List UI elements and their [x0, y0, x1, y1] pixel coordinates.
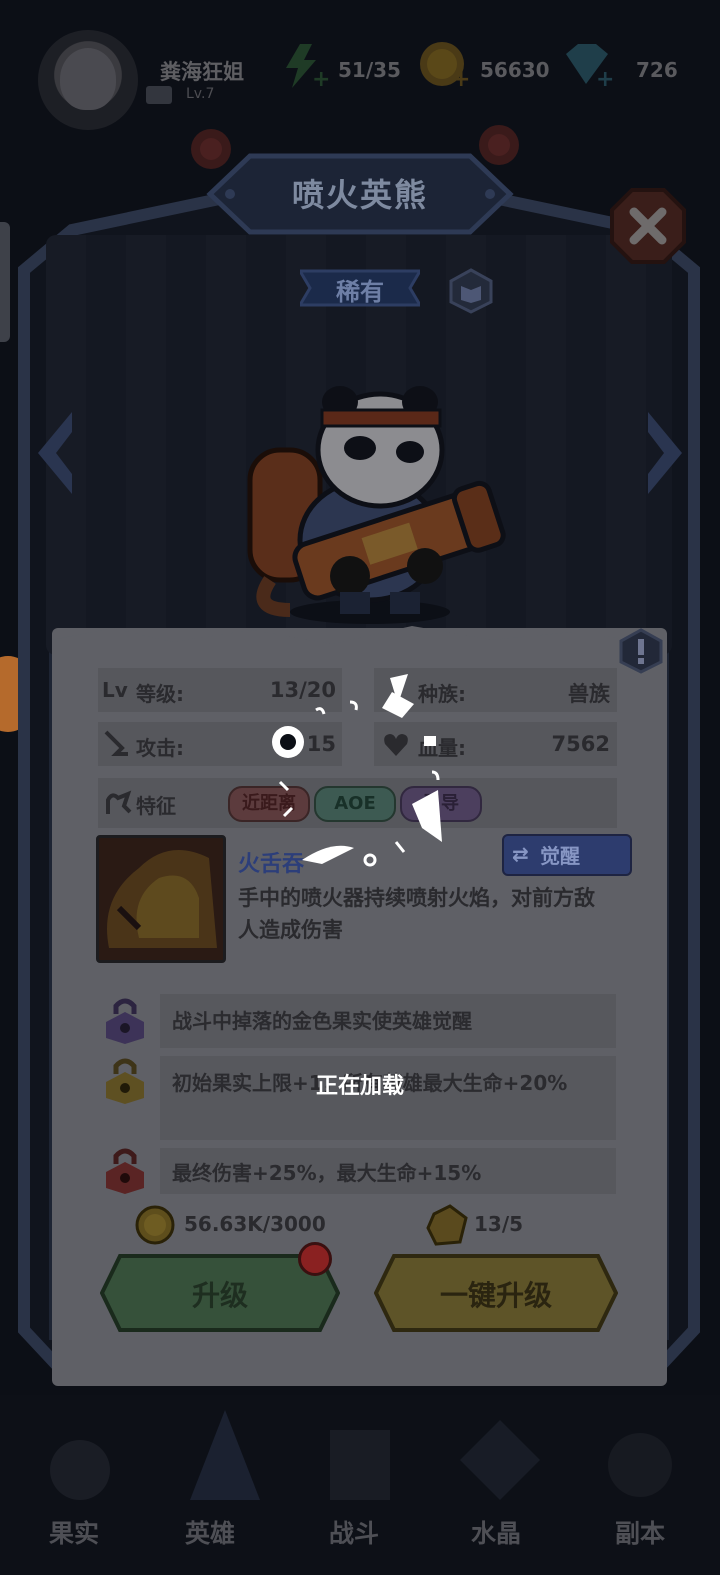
- skill-description: 手中的喷火器持续喷射火焰，对前方敌人造成伤害: [238, 886, 595, 942]
- loading-spinner-icon: [272, 674, 442, 867]
- hero-panda-character: [247, 386, 506, 624]
- close-button[interactable]: [608, 186, 688, 266]
- player-avatar[interactable]: [38, 30, 138, 130]
- coin-value: 56630: [480, 58, 550, 82]
- lv-icon: Lv: [102, 678, 128, 702]
- vip-badge: [146, 86, 172, 104]
- awakening-text-1: 战斗中掉落的金色果实使英雄觉醒: [172, 1009, 472, 1033]
- svg-text:+: +: [312, 67, 330, 90]
- nav-fruit-icon[interactable]: [30, 1430, 130, 1510]
- hero-name-title: 喷火英熊: [291, 176, 428, 214]
- swap-arrows-icon: ⇄: [512, 842, 529, 866]
- red-lock-icon: [106, 1148, 144, 1194]
- upgrade-notification-dot: [298, 1242, 332, 1276]
- svg-text:+: +: [596, 67, 614, 90]
- nav-dungeon-label[interactable]: 副本: [580, 1514, 700, 1550]
- awakening-text-3: 最终伤害+25%，最大生命+15%: [172, 1161, 482, 1185]
- info-exclamation-button[interactable]: [618, 628, 664, 674]
- rarity-label: 稀有: [336, 278, 384, 306]
- nav-dungeon-icon[interactable]: [590, 1420, 690, 1510]
- top-bar: 粪海狂姐 Lv.7 + 51/35 + 56630 + 726: [0, 0, 720, 130]
- level-label: 等级:: [136, 682, 184, 706]
- traits-label: 特征: [136, 794, 176, 818]
- purple-lock-icon: [106, 998, 144, 1044]
- nav-hero-icon[interactable]: [170, 1400, 280, 1510]
- cost-coin-icon: [135, 1205, 175, 1245]
- crystal-cost: 13/5: [474, 1212, 524, 1236]
- previous-hero-arrow[interactable]: [32, 408, 78, 498]
- fire-skill-icon: [107, 850, 217, 948]
- loading-text: 正在加载: [315, 1074, 404, 1099]
- nav-battle-icon[interactable]: [310, 1410, 410, 1510]
- awaken-label: 觉醒: [540, 844, 580, 868]
- energy-icon[interactable]: +: [278, 42, 330, 90]
- nav-crystal-label[interactable]: 水晶: [436, 1514, 556, 1550]
- coin-cost: 56.63K/3000: [184, 1212, 326, 1236]
- nav-crystal-icon[interactable]: [450, 1410, 550, 1510]
- cost-crystal-icon: [426, 1204, 468, 1246]
- race-value: 兽族: [568, 682, 610, 706]
- skill-image[interactable]: [96, 835, 226, 963]
- gem-icon[interactable]: +: [558, 40, 614, 90]
- sword-icon: [104, 730, 128, 756]
- nav-hero-label[interactable]: 英雄: [150, 1514, 270, 1550]
- player-name: 粪海狂姐: [160, 60, 244, 84]
- player-level: Lv.7: [186, 86, 215, 102]
- coin-icon[interactable]: +: [416, 40, 470, 90]
- hand-icon: [106, 790, 132, 814]
- energy-value: 51/35: [338, 58, 401, 82]
- attack-label: 攻击:: [136, 736, 184, 760]
- svg-text:+: +: [452, 67, 470, 90]
- gem-value: 726: [636, 58, 678, 82]
- nav-fruit-label[interactable]: 果实: [14, 1514, 134, 1550]
- nav-battle-label[interactable]: 战斗: [294, 1514, 414, 1550]
- next-hero-arrow[interactable]: [642, 408, 688, 498]
- codex-book-icon[interactable]: [448, 268, 494, 314]
- card-torn-edge: [52, 626, 667, 660]
- hp-value: 7562: [551, 732, 610, 756]
- one-click-upgrade-label: 一键升级: [439, 1279, 552, 1312]
- upgrade-label: 升级: [191, 1279, 248, 1312]
- side-tab[interactable]: [0, 222, 10, 342]
